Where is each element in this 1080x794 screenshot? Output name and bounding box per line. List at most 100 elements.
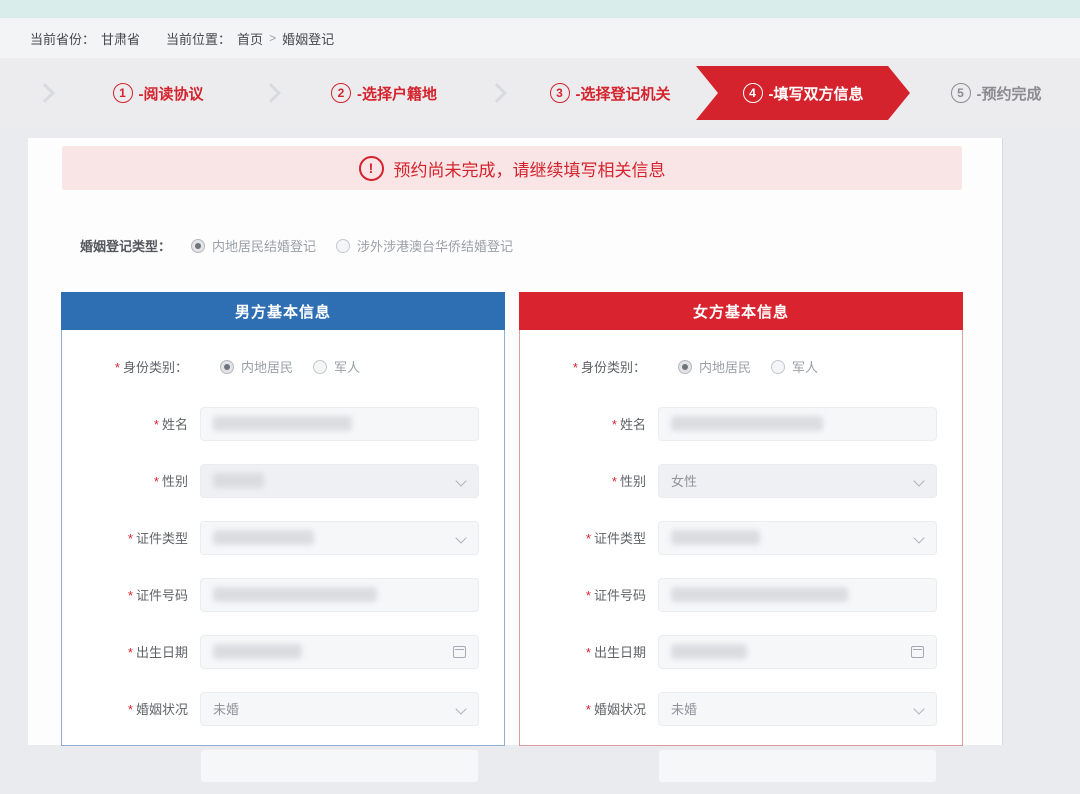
groom-birth-date-label: * 出生日期	[127, 645, 188, 660]
current-province-label: 当前省份：	[30, 31, 96, 47]
step-5-label: -预约完成	[976, 85, 1042, 103]
registration-type-label: 婚姻登记类型：	[80, 239, 172, 254]
chevron-down-icon	[455, 474, 467, 487]
bride-gender-select[interactable]: 女性	[658, 463, 937, 498]
groom-birth-date-row: * 出生日期	[62, 623, 504, 680]
bride-birth-date-label: * 出生日期	[585, 645, 646, 660]
bride-id-number-label: * 证件号码	[585, 588, 646, 603]
groom-marital-status-row: * 婚姻状况 未婚	[62, 680, 504, 737]
bride-gender-value: 女性	[671, 474, 698, 489]
current-province-value: 甘肃省	[101, 31, 141, 47]
bride-marital-status-select[interactable]: 未婚	[658, 691, 937, 726]
groom-identity-type-option-2-circle-icon	[313, 359, 328, 374]
warning-exclamation-icon: !	[358, 155, 384, 181]
groom-id-type-row: * 证件类型	[62, 509, 504, 566]
bride-birth-date-redacted-value	[671, 644, 747, 659]
registration-type-option-2[interactable]: 涉外涉港澳台华侨结婚登记	[336, 236, 513, 255]
bride-name-redacted-value	[671, 416, 823, 431]
steps-bar: 1 -阅读协议 2 -选择户籍地 3 -选择登记机关 4 -填写双方信息 5 -预约完成	[0, 58, 1080, 128]
bride-panel-body: * 身份类别： 内地居民 军人 * 姓名 * 性别 女性 * 证件类型 * 证件号码 * 出生日期 * 婚姻状况…	[520, 330, 962, 794]
groom-name-row: * 姓名	[62, 395, 504, 452]
groom-identity-type-option-1-circle-icon	[220, 359, 234, 374]
calendar-icon	[911, 645, 924, 658]
chevron-down-icon	[455, 531, 467, 544]
bride-name-label: * 姓名	[611, 417, 646, 432]
groom-birth-date-redacted-value	[213, 644, 302, 659]
required-asterisk: *	[127, 645, 133, 660]
groom-gender-select[interactable]	[200, 463, 479, 498]
groom-gender-redacted-value	[213, 473, 264, 488]
bride-gender-label: * 性别	[611, 474, 646, 489]
registration-type-option-1[interactable]: 内地居民结婚登记	[191, 236, 316, 255]
bride-extra-input[interactable]	[658, 748, 937, 783]
required-asterisk: *	[585, 702, 591, 717]
groom-name-input[interactable]	[200, 406, 479, 441]
bride-id-number-redacted-value	[671, 587, 849, 602]
bride-birth-date-input[interactable]	[658, 634, 937, 669]
bride-id-type-select[interactable]	[658, 520, 937, 555]
required-asterisk: *	[611, 474, 617, 489]
bride-marital-status-row: * 婚姻状况 未婚	[520, 680, 962, 737]
groom-panel-title: 男方基本信息	[61, 292, 505, 330]
breadcrumb-home-link[interactable]: 首页	[237, 29, 263, 48]
bride-identity-type-label: * 身份类别：	[572, 360, 646, 375]
bride-birth-date-row: * 出生日期	[520, 623, 962, 680]
registration-type-row: 婚姻登记类型： 内地居民结婚登记 涉外涉港澳台华侨结婚登记	[80, 236, 513, 255]
step-separator-chevron-icon	[35, 83, 55, 103]
groom-id-type-select[interactable]	[200, 520, 479, 555]
groom-identity-type-option-2[interactable]: 军人	[313, 357, 360, 376]
bride-identity-type-option-2[interactable]: 军人	[771, 357, 818, 376]
top-accent-strip	[0, 0, 1080, 18]
step-4: 4 -填写双方信息	[696, 66, 910, 120]
bride-panel: 女方基本信息 * 身份类别： 内地居民 军人 * 姓名 * 性别 女性 * 证件类型 * 证件号码 * 出生日…	[519, 292, 963, 783]
groom-extra-input[interactable]	[200, 748, 479, 783]
registration-type-option-2-label: 涉外涉港澳台华侨结婚登记	[357, 239, 514, 254]
bride-marital-status-label: * 婚姻状况	[585, 702, 646, 717]
bride-identity-type-option-2-circle-icon	[771, 359, 786, 374]
step-3-number-badge: 3	[549, 83, 570, 103]
chevron-down-icon	[913, 702, 925, 715]
registration-type-option-1-circle-icon	[191, 238, 206, 253]
step-2: 2 -选择户籍地	[308, 83, 460, 104]
groom-identity-type-row: * 身份类别： 内地居民 军人	[62, 338, 504, 395]
groom-identity-type-option-1[interactable]: 内地居民	[220, 357, 293, 376]
required-asterisk: *	[127, 702, 133, 717]
bride-identity-type-option-1[interactable]: 内地居民	[678, 357, 751, 376]
groom-id-number-row: * 证件号码	[62, 566, 504, 623]
required-asterisk: *	[153, 417, 159, 432]
groom-identity-type-label: * 身份类别：	[114, 360, 188, 375]
step-1-number-badge: 1	[112, 83, 133, 103]
chevron-down-icon	[455, 702, 467, 715]
bride-gender-row: * 性别 女性	[520, 452, 962, 509]
step-1-label: -阅读协议	[138, 85, 204, 103]
bride-extra-row	[520, 737, 962, 794]
bride-name-input[interactable]	[658, 406, 937, 441]
required-asterisk: *	[153, 474, 159, 489]
groom-identity-type-option-1-label: 内地居民	[241, 360, 294, 375]
bride-name-row: * 姓名	[520, 395, 962, 452]
groom-panel: 男方基本信息 * 身份类别： 内地居民 军人 * 姓名 * 性别 * 证件类型 * 证件号码 * 出生日期 *…	[61, 292, 505, 783]
groom-name-redacted-value	[213, 416, 353, 431]
groom-marital-status-value: 未婚	[213, 702, 240, 717]
notice-text: 预约尚未完成，请继续填写相关信息	[393, 160, 666, 180]
registration-type-options: 内地居民结婚登记 涉外涉港澳台华侨结婚登记	[171, 236, 513, 255]
groom-panel-body: * 身份类别： 内地居民 军人 * 姓名 * 性别 * 证件类型 * 证件号码 * 出生日期 * 婚姻状况 未婚	[62, 330, 504, 794]
step-5: 5 -预约完成	[920, 83, 1072, 104]
groom-id-number-redacted-value	[213, 587, 378, 602]
step-4-label: -填写双方信息	[768, 85, 864, 103]
step-separator-chevron-icon	[487, 83, 507, 103]
bride-identity-type-option-1-label: 内地居民	[699, 360, 752, 375]
bride-id-type-row: * 证件类型	[520, 509, 962, 566]
step-2-number-badge: 2	[331, 83, 351, 103]
required-asterisk: *	[127, 588, 133, 603]
current-location-label: 当前位置：	[166, 31, 232, 47]
bride-id-number-row: * 证件号码	[520, 566, 962, 623]
step-5-number-badge: 5	[950, 83, 971, 103]
breadcrumb-current-page: 婚姻登记	[282, 31, 335, 47]
bride-marital-status-value: 未婚	[671, 702, 698, 717]
groom-birth-date-input[interactable]	[200, 634, 479, 669]
bride-id-number-input[interactable]	[658, 577, 937, 612]
main-content-card: ! 预约尚未完成，请继续填写相关信息 婚姻登记类型： 内地居民结婚登记 涉外涉港澳…	[28, 138, 1003, 783]
groom-marital-status-select[interactable]: 未婚	[200, 691, 479, 726]
groom-id-number-input[interactable]	[200, 577, 479, 612]
